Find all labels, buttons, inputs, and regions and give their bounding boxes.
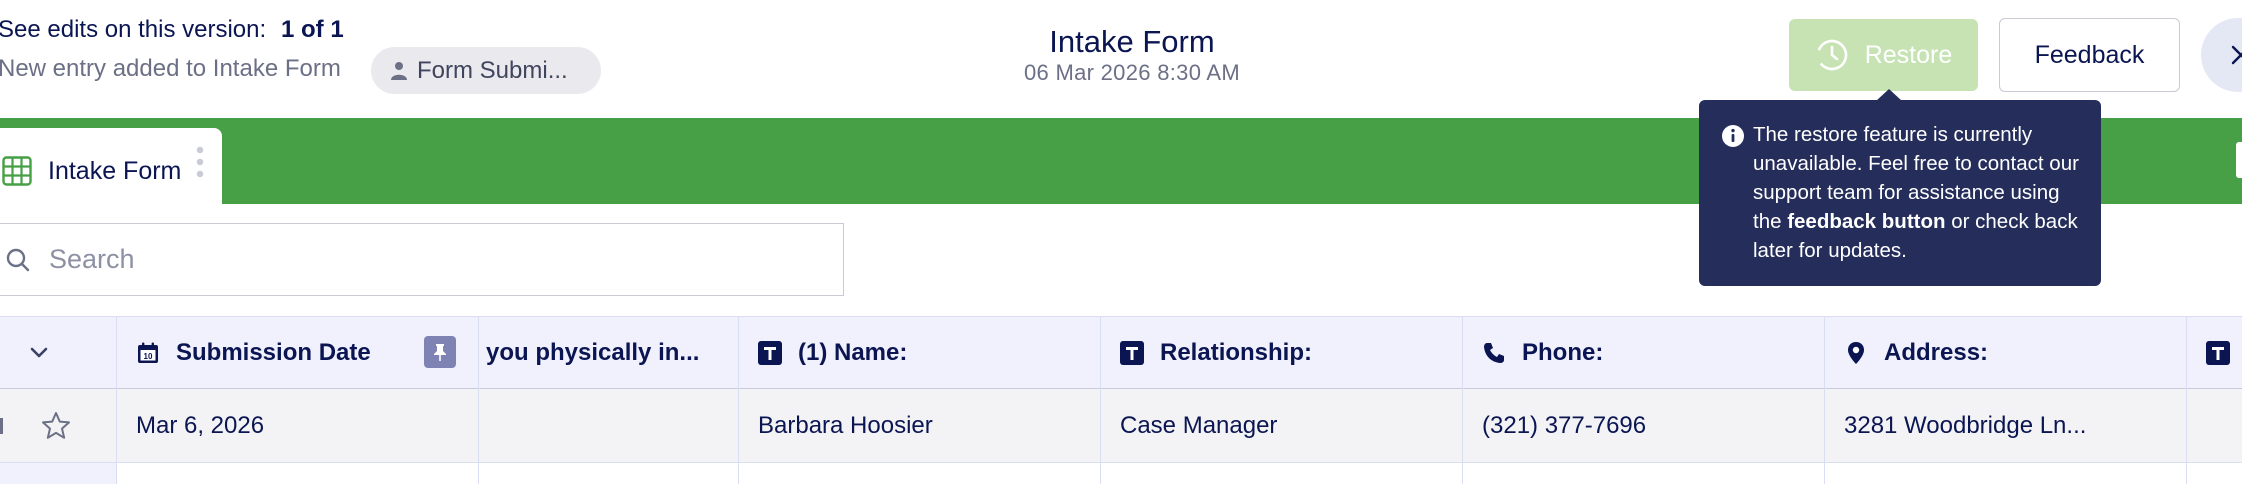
column-header-label: Address: [1884,338,1989,366]
cell-address[interactable]: 3281 Woodbridge Ln... [1844,389,2174,463]
column-header-submission-date[interactable]: 10 Submission Date [136,316,416,389]
search-icon [6,248,30,271]
user-icon [391,61,407,80]
column-header-relationship[interactable]: Relationship: [1120,316,1450,389]
pin-column-button[interactable] [424,336,456,368]
edits-label: See edits on this version: [0,16,267,43]
column-header-address[interactable]: Address: [1844,316,2174,389]
pin-icon [434,344,446,361]
info-icon [1722,125,1744,147]
restore-unavailable-tooltip: The restore feature is currently unavail… [1699,100,2101,286]
table-grid-icon [2,156,32,186]
column-divider [1824,316,1825,484]
table-row-next [0,463,2242,484]
restore-button-label: Restore [1864,40,1953,69]
column-header-phone[interactable]: Phone: [1482,316,1812,389]
column-header-next[interactable] [2206,316,2242,389]
location-pin-icon [1848,341,1864,364]
column-header-label: Submission Date [176,338,371,366]
restore-history-icon [1816,39,1848,71]
column-divider [2186,316,2187,484]
column-divider [1100,316,1101,484]
phone-icon [1484,342,1504,363]
form-submission-chip[interactable]: Form Submi... [371,47,601,94]
tab-options-icon[interactable] [194,144,206,180]
column-header-label: Phone: [1522,338,1604,366]
star-icon[interactable] [40,410,72,442]
column-divider [478,316,479,484]
tab-bar-overflow-edge [2236,142,2242,178]
page-title: Intake Form [1049,24,1215,59]
column-header-name[interactable]: (1) Name: [758,316,1088,389]
calendar-icon: 10 [138,342,158,363]
form-submission-chip-label: Form Submi... [417,56,568,84]
close-button[interactable] [2201,18,2242,92]
entry-description: New entry added to Intake Form [0,55,341,82]
tooltip-bold-text: feedback button [1787,210,1946,233]
row-gutter [0,463,116,484]
column-header-label: (1) Name: [798,338,908,366]
search-box [0,223,844,296]
feedback-button[interactable]: Feedback [1999,18,2180,92]
column-header-label: Relationship: [1160,338,1313,366]
tab-intake-form[interactable]: Intake Form [0,128,222,214]
row-drag-handle[interactable] [0,418,3,434]
cell-phone[interactable]: (321) 377-7696 [1482,389,1812,463]
close-icon [2231,45,2242,65]
column-divider [1462,316,1463,484]
svg-text:10: 10 [144,352,153,361]
text-field-icon [758,340,782,365]
version-date: 06 Mar 2026 8:30 AM [1023,60,1241,85]
tab-intake-form-label: Intake Form [48,156,182,185]
column-divider [116,316,117,484]
column-divider [738,316,739,484]
column-header-label: you physically in... [486,338,700,366]
edits-count: 1 of 1 [281,16,344,43]
search-input[interactable] [49,244,809,275]
chevron-down-icon[interactable] [28,342,50,364]
cell-physically-in[interactable] [486,389,732,463]
text-field-icon [1120,340,1144,365]
text-field-icon [2206,340,2230,365]
feedback-button-label: Feedback [2034,40,2145,69]
cell-submission-date[interactable]: Mar 6, 2026 [136,389,466,463]
restore-button[interactable]: Restore [1789,19,1978,91]
cell-name[interactable]: Barbara Hoosier [758,389,1088,463]
cell-relationship[interactable]: Case Manager [1120,389,1450,463]
column-header-physically-in[interactable]: you physically in... [486,316,732,389]
